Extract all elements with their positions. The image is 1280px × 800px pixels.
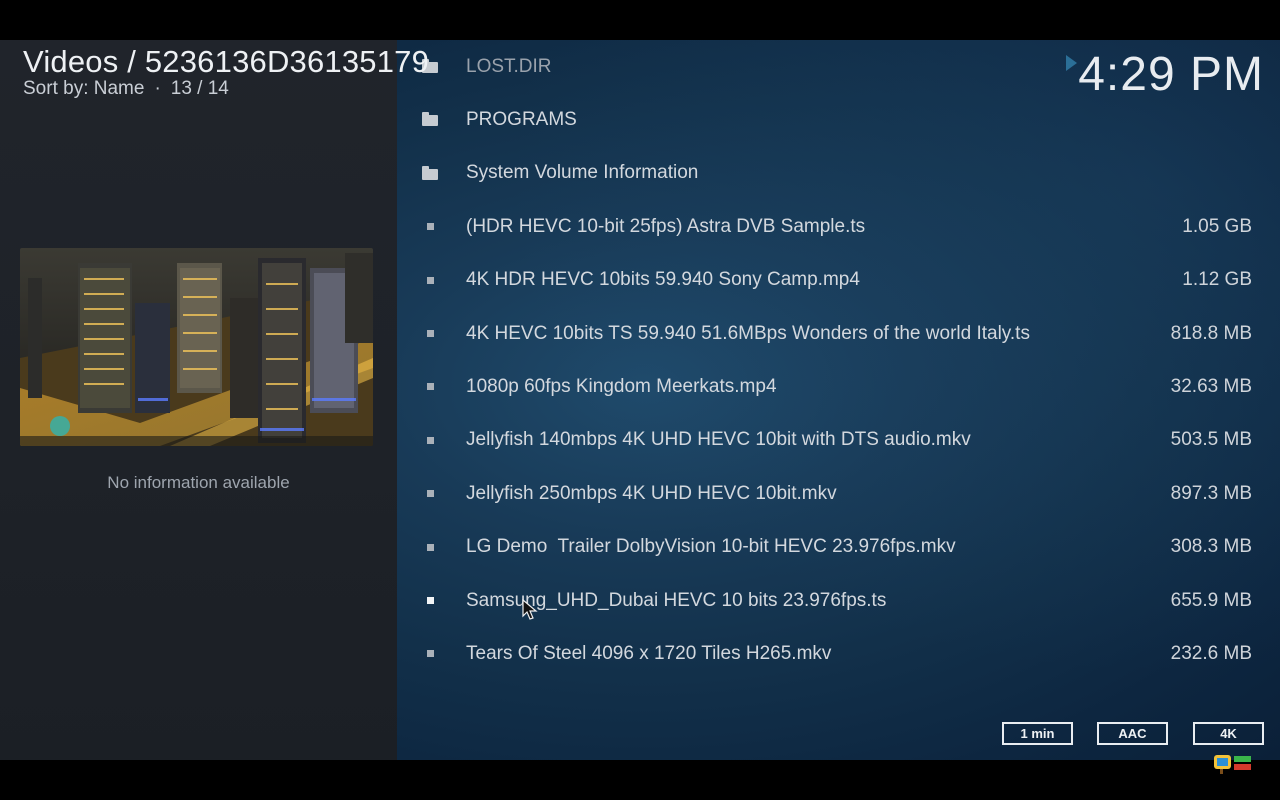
item-name: Jellyfish 140mbps 4K UHD HEVC 10bit with…	[466, 429, 971, 451]
list-item[interactable]: Tears Of Steel 4096 x 1720 Tiles H265.mk…	[397, 627, 1280, 680]
item-size: 503.5 MB	[1170, 429, 1252, 451]
letterbox-bottom	[0, 760, 1280, 800]
item-name: LOST.DIR	[466, 55, 552, 77]
clock: 4:29 PM	[1078, 48, 1264, 101]
item-name: PROGRAMS	[466, 108, 577, 130]
file-bullet-icon	[422, 219, 438, 235]
video-thumbnail	[20, 248, 373, 446]
list-item[interactable]: 1080p 60fps Kingdom Meerkats.mp4 32.63 MB	[397, 360, 1280, 413]
audio-codec-badge: AAC	[1097, 722, 1168, 745]
list-item[interactable]: Jellyfish 140mbps 4K UHD HEVC 10bit with…	[397, 414, 1280, 467]
item-size: 655.9 MB	[1170, 589, 1252, 611]
sort-info: Sort by: Name · 13 / 14	[23, 78, 429, 100]
channel-logo-icon	[1213, 753, 1253, 780]
item-name: 4K HDR HEVC 10bits 59.940 Sony Camp.mp4	[466, 269, 860, 291]
folder-icon	[422, 112, 438, 128]
file-bullet-icon	[422, 593, 438, 609]
file-bullet-icon	[422, 539, 438, 555]
list-item[interactable]: 4K HDR HEVC 10bits 59.940 Sony Camp.mp4 1…	[397, 254, 1280, 307]
resolution-badge: 4K	[1193, 722, 1264, 745]
list-item[interactable]: (HDR HEVC 10-bit 25fps) Astra DVB Sample…	[397, 200, 1280, 253]
item-name: System Volume Information	[466, 162, 699, 184]
item-name: (HDR HEVC 10-bit 25fps) Astra DVB Sample…	[466, 215, 866, 237]
item-size: 1.12 GB	[1182, 269, 1252, 291]
list-item[interactable]: LG Demo Trailer DolbyVision 10-bit HEVC …	[397, 521, 1280, 574]
item-size: 897.3 MB	[1170, 482, 1252, 504]
item-name: Jellyfish 250mbps 4K UHD HEVC 10bit.mkv	[466, 482, 837, 504]
letterbox-top	[0, 0, 1280, 40]
info-panel: No information available	[0, 40, 397, 760]
mouse-cursor-icon	[522, 598, 538, 626]
item-name: Tears Of Steel 4096 x 1720 Tiles H265.mk…	[466, 642, 832, 664]
kodi-file-browser: No information available Videos / 523613…	[0, 40, 1280, 760]
item-name: 4K HEVC 10bits TS 59.940 51.6MBps Wonder…	[466, 322, 1030, 344]
folder-item[interactable]: System Volume Information	[397, 147, 1280, 200]
file-bullet-icon	[422, 432, 438, 448]
page-title: Videos / 5236136D36135179	[23, 44, 430, 79]
item-size: 232.6 MB	[1170, 642, 1252, 664]
breadcrumb-header: Videos / 5236136D36135179 Sort by: Name ·…	[23, 44, 429, 100]
item-position: 13 / 14	[170, 78, 229, 99]
play-indicator-icon	[1066, 55, 1077, 71]
item-name: LG Demo Trailer DolbyVision 10-bit HEVC …	[466, 536, 956, 558]
item-size: 32.63 MB	[1170, 375, 1252, 397]
list-item[interactable]: 4K HEVC 10bits TS 59.940 51.6MBps Wonder…	[397, 307, 1280, 360]
item-size: 1.05 GB	[1182, 215, 1252, 237]
file-bullet-icon	[422, 272, 438, 288]
no-information-text: No information available	[107, 473, 290, 492]
file-bullet-icon	[422, 379, 438, 395]
file-bullet-icon	[422, 326, 438, 342]
item-size: 818.8 MB	[1170, 322, 1252, 344]
list-item[interactable]: Jellyfish 250mbps 4K UHD HEVC 10bit.mkv 8…	[397, 467, 1280, 520]
duration-badge: 1 min	[1002, 722, 1073, 745]
sort-label[interactable]: Sort by: Name	[23, 78, 144, 99]
separator-dot: ·	[154, 78, 161, 99]
file-bullet-icon	[422, 486, 438, 502]
folder-icon	[422, 165, 438, 181]
item-name: 1080p 60fps Kingdom Meerkats.mp4	[466, 375, 777, 397]
item-size: 308.3 MB	[1170, 536, 1252, 558]
file-bullet-icon	[422, 646, 438, 662]
